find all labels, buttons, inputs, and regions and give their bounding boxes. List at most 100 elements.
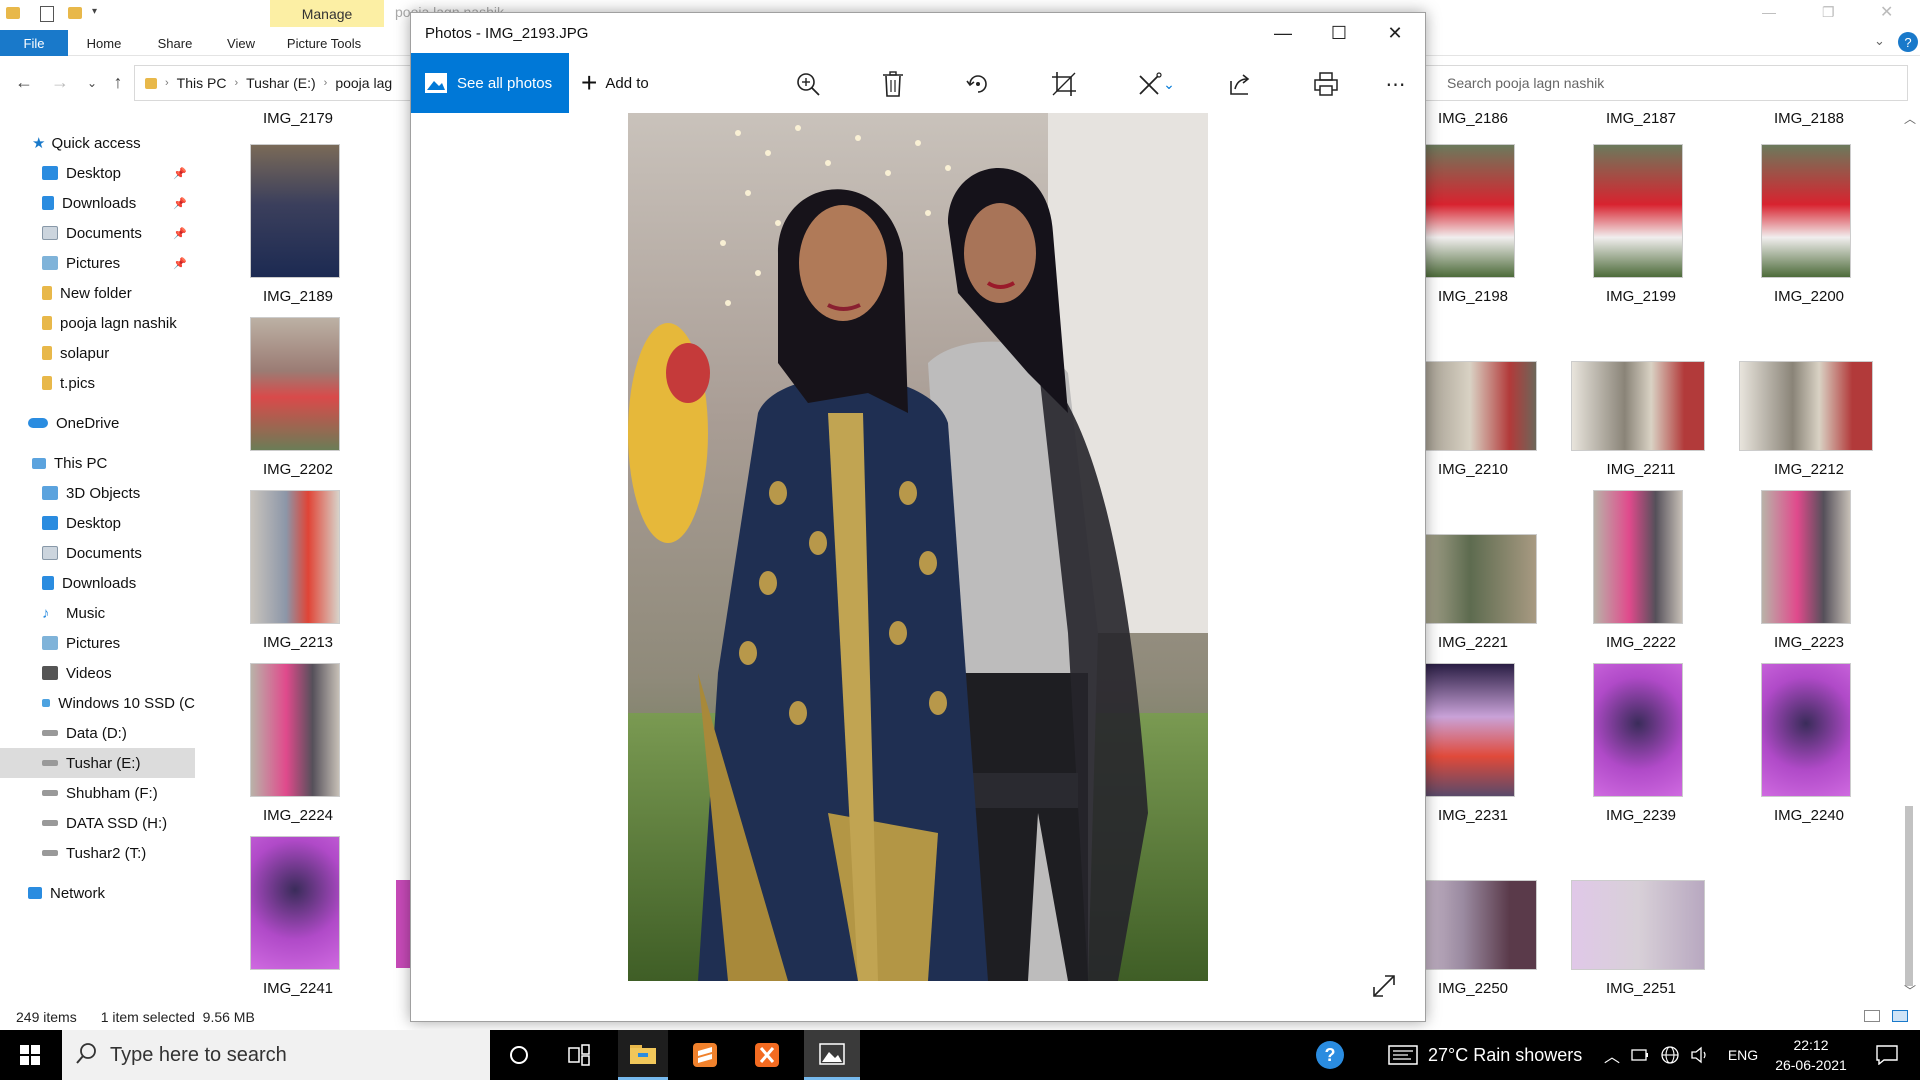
minimize-button[interactable]: —	[1762, 4, 1776, 20]
vertical-scrollbar[interactable]: ︿ ﹀	[1900, 110, 1918, 1000]
help-tray-icon[interactable]: ?	[1310, 1030, 1350, 1080]
up-button[interactable]: ↑	[104, 72, 132, 93]
file-item[interactable]: IMG_2212	[1739, 317, 1879, 487]
tab-share[interactable]: Share	[140, 30, 210, 56]
file-item[interactable]: IMG_2239	[1571, 663, 1711, 833]
crop-icon[interactable]	[1047, 67, 1081, 101]
sublime-text-icon[interactable]	[680, 1030, 730, 1080]
file-item[interactable]: IMG_2224	[228, 663, 368, 833]
battery-icon[interactable]	[1628, 1030, 1652, 1080]
nav-drive-c[interactable]: Windows 10 SSD (C	[0, 688, 195, 718]
nav-drive-e[interactable]: Tushar (E:)	[0, 748, 195, 778]
add-to-button[interactable]: + Add to	[581, 53, 649, 113]
nav-onedrive[interactable]: OneDrive	[0, 408, 195, 438]
share-icon[interactable]	[1223, 67, 1257, 101]
rotate-icon[interactable]	[961, 67, 995, 101]
xampp-icon[interactable]	[742, 1030, 792, 1080]
nav-3d-objects[interactable]: 3D Objects	[0, 478, 195, 508]
nav-qa-solapur[interactable]: solapur	[0, 338, 195, 368]
nav-downloads[interactable]: Downloads	[0, 568, 195, 598]
nav-documents[interactable]: Documents	[0, 538, 195, 568]
ribbon-expand-icon[interactable]: ⌄	[1874, 33, 1885, 49]
tab-file[interactable]: File	[0, 30, 68, 56]
file-item[interactable]: IMG_2189	[228, 144, 368, 314]
nav-videos[interactable]: Videos	[0, 658, 195, 688]
customize-chevron-icon[interactable]: ▾	[92, 6, 97, 17]
nav-drive-f[interactable]: Shubham (F:)	[0, 778, 195, 808]
start-button[interactable]	[0, 1030, 60, 1080]
full-screen-icon[interactable]	[1371, 973, 1401, 1003]
photos-taskbar-icon[interactable]	[804, 1030, 860, 1080]
nav-drive-h[interactable]: DATA SSD (H:)	[0, 808, 195, 838]
manage-contextual-tab[interactable]: Manage	[270, 0, 384, 27]
scroll-down-icon[interactable]: ﹀	[1904, 982, 1916, 999]
nav-qa-pictures[interactable]: Pictures 📌	[0, 248, 195, 278]
file-item[interactable]: IMG_2202	[228, 317, 368, 487]
tab-home[interactable]: Home	[68, 30, 140, 56]
chevron-up-icon[interactable]: ︿	[1600, 1030, 1624, 1080]
nav-desktop[interactable]: Desktop	[0, 508, 195, 538]
large-icons-view-icon[interactable]	[1892, 1010, 1908, 1022]
breadcrumb-this-pc[interactable]: This PC	[177, 75, 227, 91]
properties-icon[interactable]	[40, 6, 54, 22]
nav-network[interactable]: Network	[0, 878, 195, 908]
nav-qa-pooja[interactable]: pooja lagn nashik	[0, 308, 195, 338]
close-button[interactable]: ✕	[1880, 2, 1893, 22]
nav-music[interactable]: ♪ Music	[0, 598, 195, 628]
scroll-up-icon[interactable]: ︿	[1904, 110, 1916, 127]
cortana-icon[interactable]	[492, 1030, 546, 1080]
file-item[interactable]: IMG_2213	[228, 490, 368, 660]
nav-qa-tpics[interactable]: t.pics	[0, 368, 195, 398]
nav-qa-documents[interactable]: Documents 📌	[0, 218, 195, 248]
zoom-in-icon[interactable]	[791, 67, 825, 101]
file-item[interactable]: IMG_2200	[1739, 144, 1879, 314]
file-item[interactable]: IMG_2223	[1739, 490, 1879, 660]
minimize-button[interactable]: —	[1255, 13, 1311, 53]
file-item[interactable]: IMG_2251	[1571, 836, 1711, 1006]
new-folder-icon[interactable]	[68, 7, 82, 19]
forward-button[interactable]: →	[46, 72, 74, 93]
details-view-icon[interactable]	[1864, 1010, 1880, 1022]
notifications-icon[interactable]	[1862, 1030, 1912, 1080]
delete-icon[interactable]	[876, 67, 910, 101]
more-icon[interactable]: ⋯	[1379, 67, 1413, 101]
volume-icon[interactable]	[1688, 1030, 1712, 1080]
maximize-button[interactable]: ☐	[1311, 13, 1367, 53]
recent-locations-icon[interactable]: ⌄	[78, 76, 106, 90]
help-icon[interactable]: ?	[1898, 32, 1918, 52]
restore-button[interactable]: ❐	[1822, 4, 1835, 21]
nav-this-pc[interactable]: This PC	[0, 448, 195, 478]
network-globe-icon[interactable]	[1658, 1030, 1682, 1080]
address-bar[interactable]: › This PC › Tushar (E:) › pooja lag	[134, 65, 419, 101]
nav-qa-desktop[interactable]: Desktop 📌	[0, 158, 195, 188]
see-all-photos-button[interactable]: See all photos	[411, 53, 569, 113]
breadcrumb-drive[interactable]: Tushar (E:)	[246, 75, 316, 91]
file-item[interactable]: IMG_2222	[1571, 490, 1711, 660]
file-item[interactable]: IMG_2211	[1571, 317, 1711, 487]
clock[interactable]: 22:12 26-06-2021	[1766, 1030, 1856, 1080]
weather-text[interactable]: 27°C Rain showers	[1428, 1030, 1590, 1080]
edit-dropdown-icon[interactable]: ⌄	[1159, 67, 1179, 101]
breadcrumb-folder[interactable]: pooja lag	[335, 75, 392, 91]
file-item[interactable]: IMG_2241	[228, 836, 368, 1006]
language-indicator[interactable]: ENG	[1722, 1030, 1764, 1080]
photo-viewer-image[interactable]	[628, 113, 1208, 981]
file-explorer-taskbar-icon[interactable]	[618, 1030, 668, 1080]
nav-qa-downloads[interactable]: Downloads 📌	[0, 188, 195, 218]
tab-picture-tools[interactable]: Picture Tools	[272, 30, 376, 56]
tab-view[interactable]: View	[210, 30, 272, 56]
close-button[interactable]: ✕	[1367, 13, 1423, 53]
file-item[interactable]: IMG_2199	[1571, 144, 1711, 314]
nav-qa-new-folder[interactable]: New folder	[0, 278, 195, 308]
print-icon[interactable]	[1309, 67, 1343, 101]
scrollbar-thumb[interactable]	[1905, 806, 1913, 986]
file-item[interactable]: IMG_2240	[1739, 663, 1879, 833]
search-input[interactable]: Search pooja lagn nashik	[1420, 65, 1908, 101]
weather-icon[interactable]	[1386, 1030, 1420, 1080]
nav-drive-d[interactable]: Data (D:)	[0, 718, 195, 748]
taskbar-search-box[interactable]: Type here to search	[62, 1030, 490, 1080]
nav-quick-access[interactable]: ★ Quick access	[0, 128, 195, 158]
nav-pictures[interactable]: Pictures	[0, 628, 195, 658]
task-view-icon[interactable]	[552, 1030, 606, 1080]
nav-drive-t[interactable]: Tushar2 (T:)	[0, 838, 195, 868]
